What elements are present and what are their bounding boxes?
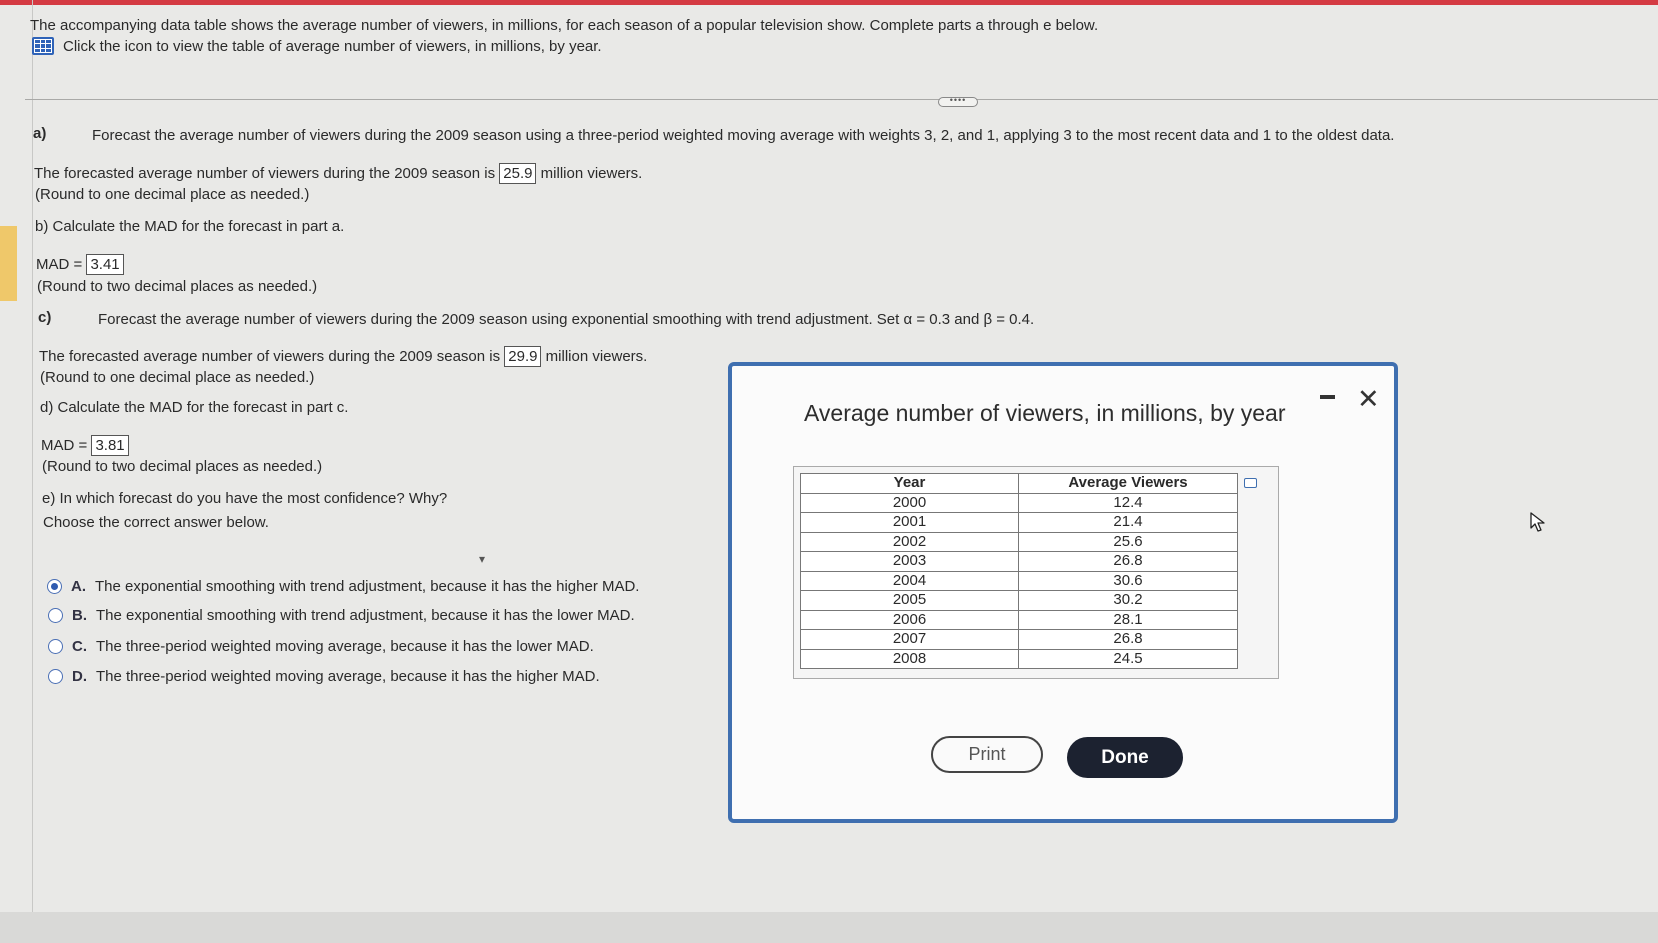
part-a-question: Forecast the average number of viewers d… (92, 127, 1395, 144)
choice-b-text[interactable]: The exponential smoothing with trend adj… (96, 607, 635, 624)
choice-c-radio[interactable] (48, 639, 63, 654)
viewers-cell: 28.1 (1018, 609, 1238, 630)
table-link-text[interactable]: Click the icon to view the table of aver… (63, 38, 602, 55)
part-c-answer-suffix: million viewers. (545, 348, 648, 365)
part-b-question: b) Calculate the MAD for the forecast in… (35, 218, 345, 235)
choice-a-radio[interactable] (47, 579, 62, 594)
copy-icon[interactable] (1244, 478, 1257, 488)
table-header-row: Year Average Viewers (800, 473, 1238, 494)
bottom-strip (0, 912, 1658, 943)
table-row: 2006 28.1 (800, 609, 1238, 630)
year-cell: 2003 (800, 551, 1019, 572)
part-d-hint: (Round to two decimal places as needed.) (42, 458, 323, 475)
viewers-cell: 30.2 (1018, 590, 1238, 611)
viewers-table: Year Average Viewers 2000 12.4 2001 21.4 2… (800, 473, 1238, 669)
part-a-hint: (Round to one decimal place as needed.) (35, 186, 310, 203)
choice-c[interactable]: C. The three-period weighted moving aver… (48, 638, 594, 655)
minimize-icon[interactable] (1320, 395, 1335, 399)
close-icon[interactable]: ✕ (1357, 386, 1380, 413)
part-d-answer-field[interactable]: 3.81 (91, 435, 129, 456)
viewers-cell: 24.5 (1018, 648, 1238, 669)
choice-a[interactable]: A. The exponential smoothing with trend … (47, 578, 639, 595)
year-cell: 2002 (800, 531, 1019, 552)
part-d-answer-line: MAD = 3.81 (41, 435, 129, 456)
data-table-dialog: Average number of viewers, in millions, … (728, 362, 1398, 823)
choice-b[interactable]: B. The exponential smoothing with trend … (48, 607, 635, 624)
header-year: Year (800, 473, 1019, 494)
table-grid-icon[interactable] (32, 37, 54, 55)
mouse-pointer-icon (1530, 512, 1545, 532)
part-a-answer-line: The forecasted average number of viewers… (34, 163, 642, 184)
part-c-letter: c) (38, 309, 52, 326)
viewers-cell: 21.4 (1018, 512, 1238, 533)
section-divider (25, 99, 1658, 100)
table-row: 2003 26.8 (800, 551, 1238, 572)
year-cell: 2004 (800, 570, 1019, 591)
part-d-question: d) Calculate the MAD for the forecast in… (40, 399, 349, 416)
year-cell: 2006 (800, 609, 1019, 630)
part-b-answer-line: MAD = 3.41 (36, 254, 124, 275)
choice-d[interactable]: D. The three-period weighted moving aver… (48, 668, 600, 685)
part-a-answer-prefix: The forecasted average number of viewers… (34, 165, 496, 182)
viewers-cell: 30.6 (1018, 570, 1238, 591)
intro-text: The accompanying data table shows the av… (30, 17, 1099, 34)
viewers-cell: 26.8 (1018, 551, 1238, 572)
print-button[interactable]: Print (931, 736, 1043, 773)
choice-d-text[interactable]: The three-period weighted moving average… (96, 668, 600, 685)
viewers-cell: 25.6 (1018, 531, 1238, 552)
text-cursor-mark: ▾ (479, 552, 486, 566)
table-row: 2007 26.8 (800, 629, 1238, 650)
part-c-answer-field[interactable]: 29.9 (504, 346, 542, 367)
year-cell: 2008 (800, 648, 1019, 669)
choice-c-letter: C. (72, 638, 87, 655)
part-b-hint: (Round to two decimal places as needed.) (37, 278, 318, 295)
part-c-question: Forecast the average number of viewers d… (98, 311, 1035, 328)
header-average-viewers: Average Viewers (1018, 473, 1238, 494)
table-row: 2002 25.6 (800, 531, 1238, 552)
part-c-hint: (Round to one decimal place as needed.) (40, 369, 315, 386)
choice-d-letter: D. (72, 668, 87, 685)
choice-a-text[interactable]: The exponential smoothing with trend adj… (95, 578, 639, 595)
choice-c-text[interactable]: The three-period weighted moving average… (96, 638, 594, 655)
year-cell: 2007 (800, 629, 1019, 650)
year-cell: 2005 (800, 590, 1019, 611)
part-d-mad-label: MAD = (41, 437, 88, 454)
expand-dots-icon[interactable]: •••• (938, 96, 978, 107)
choice-b-letter: B. (72, 607, 87, 624)
table-row: 2000 12.4 (800, 492, 1238, 513)
top-accent-bar (0, 0, 1658, 5)
viewers-cell: 12.4 (1018, 492, 1238, 513)
table-link[interactable]: Click the icon to view the table of aver… (32, 37, 602, 55)
viewers-cell: 26.8 (1018, 629, 1238, 650)
table-row: 2001 21.4 (800, 512, 1238, 533)
part-e-instruction: Choose the correct answer below. (43, 514, 269, 531)
dialog-title: Average number of viewers, in millions, … (804, 400, 1286, 426)
table-frame: Year Average Viewers 2000 12.4 2001 21.4 2… (793, 466, 1279, 679)
part-c-answer-prefix: The forecasted average number of viewers… (39, 348, 501, 365)
part-a-answer-field[interactable]: 25.9 (499, 163, 537, 184)
part-a-letter: a) (33, 125, 47, 142)
done-button[interactable]: Done (1067, 737, 1183, 778)
attention-highlight (0, 226, 17, 301)
year-cell: 2001 (800, 512, 1019, 533)
choice-d-radio[interactable] (48, 669, 63, 684)
table-row: 2008 24.5 (800, 648, 1238, 669)
part-c-answer-line: The forecasted average number of viewers… (39, 346, 647, 367)
table-row: 2005 30.2 (800, 590, 1238, 611)
part-e-question: e) In which forecast do you have the mos… (42, 490, 448, 507)
choice-a-letter: A. (71, 578, 86, 595)
part-a-answer-suffix: million viewers. (540, 165, 643, 182)
table-row: 2004 30.6 (800, 570, 1238, 591)
choice-b-radio[interactable] (48, 608, 63, 623)
part-b-mad-label: MAD = (36, 256, 83, 273)
year-cell: 2000 (800, 492, 1019, 513)
part-b-answer-field[interactable]: 3.41 (86, 254, 124, 275)
